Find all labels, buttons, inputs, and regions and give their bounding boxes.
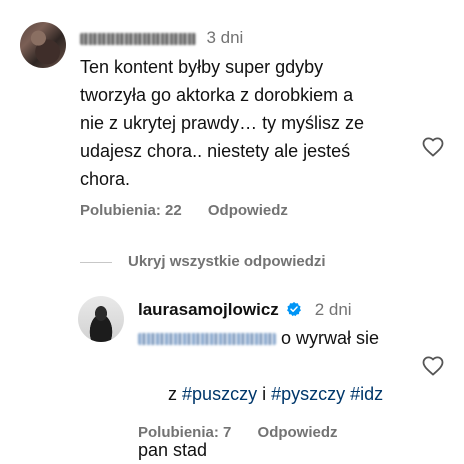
reply-header: laurasamojlowicz 2 dni: [138, 300, 352, 320]
comment-line: udajesz chora.. niestety ale jesteś: [80, 141, 351, 161]
comment-line: tworzyła go aktorka z dorobkiem a: [80, 85, 354, 105]
reply-line: o wyrwał sie: [138, 324, 408, 352]
hashtag-link[interactable]: #idz: [350, 384, 383, 404]
reply-timestamp[interactable]: 2 dni: [315, 300, 352, 319]
reply-comment: laurasamojlowicz 2 dni o wyrwał sie z #p…: [0, 280, 464, 460]
comment-actions: Polubienia: 22 Odpowiedz: [80, 202, 310, 219]
reply-actions: Polubienia: 7 Odpowiedz: [138, 424, 360, 441]
reply-likes-count[interactable]: Polubienia: 7: [138, 424, 231, 441]
reply-reply-button[interactable]: Odpowiedz: [258, 424, 338, 441]
reply-line-text: o wyrwał sie: [281, 328, 380, 348]
hashtag-link[interactable]: #pyszczy: [271, 384, 345, 404]
comment: 3 dni Ten kontent byłby super gdyby twor…: [0, 0, 464, 240]
reply-author-avatar[interactable]: [78, 296, 124, 342]
reply-line-text: z: [168, 384, 183, 404]
avatar-image: [20, 22, 66, 68]
reply-text: o wyrwał sie z #puszczy i #pyszczy #idz …: [138, 324, 408, 464]
hide-replies-button[interactable]: Ukryj wszystkie odpowiedzi: [128, 253, 326, 270]
mention-blurred[interactable]: [138, 333, 276, 346]
commenter-avatar[interactable]: [20, 22, 66, 68]
replies-divider: [80, 262, 112, 263]
avatar-image: [78, 296, 124, 342]
reply-username[interactable]: laurasamojlowicz: [138, 300, 279, 319]
comment-reply-button[interactable]: Odpowiedz: [208, 202, 288, 219]
comment-line: Ten kontent byłby super gdyby: [80, 57, 324, 77]
comment-likes-count[interactable]: Polubienia: 22: [80, 202, 182, 219]
comment-header: 3 dni: [80, 28, 243, 48]
reply-line-text: i: [257, 384, 272, 404]
comment-timestamp[interactable]: 3 dni: [206, 28, 243, 47]
hashtag-link[interactable]: #puszczy: [182, 384, 257, 404]
verified-badge-icon: [287, 302, 302, 317]
comment-text: Ten kontent byłby super gdyby tworzyła g…: [80, 53, 410, 193]
comment-line: chora.: [80, 169, 131, 189]
comment-line: nie z ukrytej prawdy… ty myślisz ze: [80, 113, 365, 133]
commenter-username-blurred[interactable]: [80, 32, 196, 45]
heart-outline-icon[interactable]: [421, 354, 445, 378]
heart-outline-icon[interactable]: [421, 135, 445, 159]
